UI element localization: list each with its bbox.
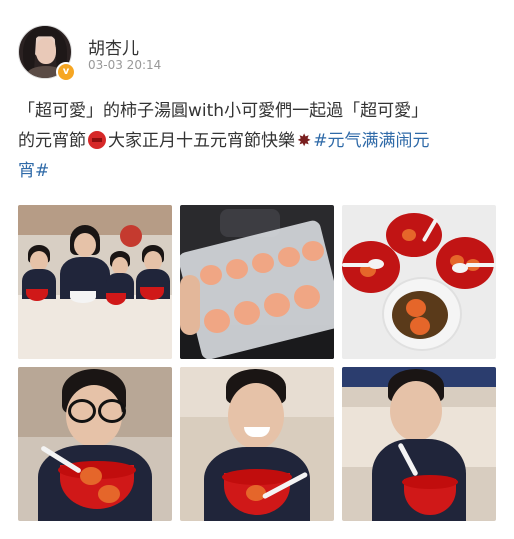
verified-badge-icon: v <box>56 62 76 82</box>
tangyuan <box>252 253 274 273</box>
lantern-emoji-icon <box>88 131 106 149</box>
photo-2-tangyuan-tray[interactable] <box>180 205 334 359</box>
hand <box>180 275 200 335</box>
tangyuan <box>226 259 248 279</box>
hashtag-text-b: 宵# <box>18 161 50 181</box>
tangyuan <box>406 299 426 317</box>
photo-5-boy-smiling[interactable] <box>180 367 334 521</box>
tangyuan <box>294 285 320 309</box>
post-text-line2a: 的元宵節 <box>18 131 86 151</box>
tangyuan <box>278 247 300 267</box>
photo-6-boy-bowl[interactable] <box>342 367 496 521</box>
photo-grid <box>18 205 498 522</box>
tangyuan <box>204 309 230 333</box>
photo-3-bowls[interactable] <box>342 205 496 359</box>
tangyuan <box>302 241 324 261</box>
firework-emoji-icon: ✸ <box>297 131 312 151</box>
child2-head <box>144 251 162 271</box>
username[interactable]: 胡杏儿 <box>88 34 139 59</box>
weibo-post: v 胡杏儿 03-03 20:14 「超可愛」的柿子湯圓with小可愛們一起過「… <box>0 0 514 539</box>
marble-table <box>18 295 172 359</box>
white-bowl <box>70 291 96 303</box>
spoon-handle <box>466 263 496 267</box>
tangyuan <box>402 229 416 241</box>
avatar-face <box>36 38 56 64</box>
boy-face <box>390 381 442 441</box>
post-text-line2b: 大家正月十五元宵節快樂 <box>108 131 295 151</box>
boy-face <box>228 383 284 449</box>
mother-head <box>74 233 96 257</box>
glasses-left <box>68 399 96 423</box>
photo-4-boy-glasses[interactable] <box>18 367 172 521</box>
tangyuan <box>200 265 222 285</box>
tangyuan <box>80 467 102 485</box>
red-decoration <box>120 225 142 247</box>
spoon-handle <box>342 263 370 267</box>
post-text: 「超可愛」的柿子湯圓with小可愛們一起過「超可愛」 的元宵節 大家正月十五元宵節… <box>18 96 504 186</box>
photo-1-family[interactable] <box>18 205 172 359</box>
tangyuan <box>234 301 260 325</box>
person-head <box>30 251 48 271</box>
spoon <box>368 259 384 269</box>
tangyuan <box>410 317 430 335</box>
post-timestamp: 03-03 20:14 <box>88 58 162 72</box>
bowl-rim <box>222 469 292 485</box>
tangyuan <box>264 293 290 317</box>
post-text-line1: 「超可愛」的柿子湯圓with小可愛們一起過「超可愛」 <box>18 101 429 121</box>
bowl-rim <box>402 475 458 489</box>
tangyuan <box>98 485 120 503</box>
glasses-right <box>98 399 126 423</box>
hashtag-text-a: #元气满满闹元 <box>313 131 430 151</box>
